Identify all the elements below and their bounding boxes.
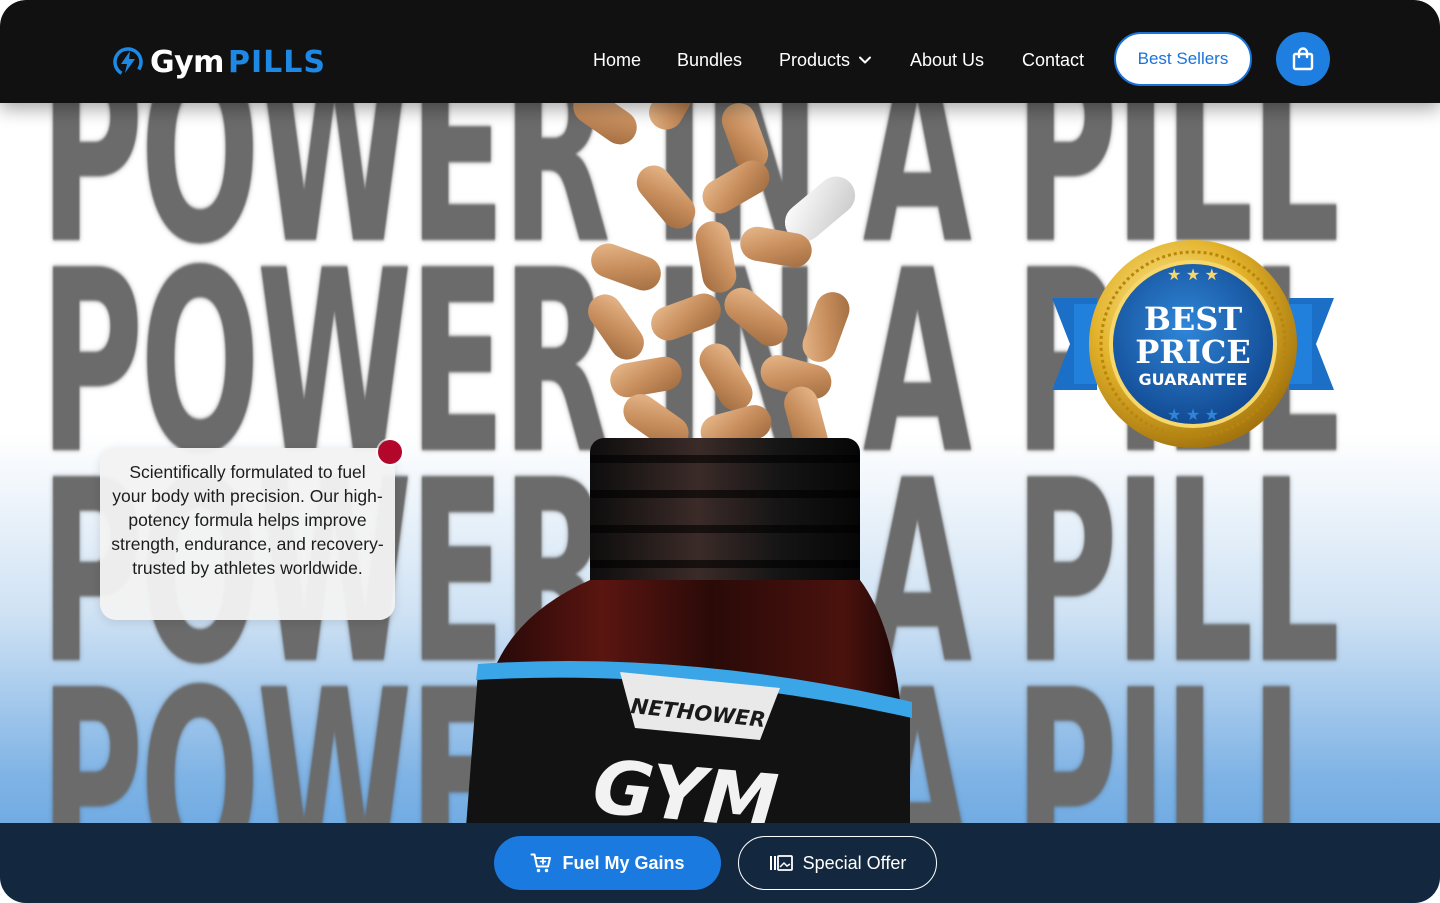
brand-logo[interactable]: Gym PILLS [112, 42, 326, 82]
capsules [573, 64, 856, 458]
nav-about-us[interactable]: About Us [910, 48, 984, 72]
product-description-card: Scientifically formulated to fuel your b… [100, 448, 395, 620]
supplement-bottle-image: NETHOWER GYM [465, 64, 912, 840]
special-offer-button[interactable]: Special Offer [738, 836, 937, 890]
bottom-action-bar: Fuel My Gains Special Offer [0, 823, 1440, 903]
best-sellers-button[interactable]: Best Sellers [1114, 32, 1252, 86]
fuel-my-gains-label: Fuel My Gains [562, 852, 685, 873]
nav-bundles[interactable]: Bundles [677, 48, 742, 72]
nav-home[interactable]: Home [593, 48, 641, 72]
svg-text:PRICE: PRICE [1135, 333, 1250, 371]
site-header: Gym PILLS Home Bundles Products About Us… [0, 0, 1440, 103]
shopping-bag-icon [1292, 47, 1314, 71]
gallery-icon [769, 855, 793, 871]
special-offer-label: Special Offer [802, 852, 907, 873]
nav-products-label: Products [779, 50, 851, 70]
svg-text:★ ★ ★: ★ ★ ★ [1167, 407, 1219, 424]
brand-name-gym: Gym [150, 44, 224, 80]
info-indicator-dot [378, 440, 402, 464]
svg-text:★ ★ ★: ★ ★ ★ [1167, 267, 1219, 284]
lightning-power-icon [113, 47, 143, 77]
product-description-text: Scientifically formulated to fuel your b… [111, 462, 384, 578]
best-price-guarantee-badge: ★ ★ ★ ★ ★ ★ BEST PRICE GUARANTEE [1052, 240, 1334, 448]
shopping-bag-button[interactable] [1276, 32, 1330, 86]
brand-name-pills: PILLS [227, 44, 326, 80]
page-frame: POWER IN A PILL POWER IN A PILL POWER IN… [0, 0, 1440, 903]
fuel-my-gains-button[interactable]: Fuel My Gains [494, 836, 721, 890]
nav-contact[interactable]: Contact [1022, 48, 1084, 72]
add-to-cart-icon [530, 853, 552, 873]
svg-text:GUARANTEE: GUARANTEE [1139, 370, 1248, 389]
nav-products[interactable]: Products [779, 48, 872, 72]
chevron-down-icon [859, 56, 872, 64]
